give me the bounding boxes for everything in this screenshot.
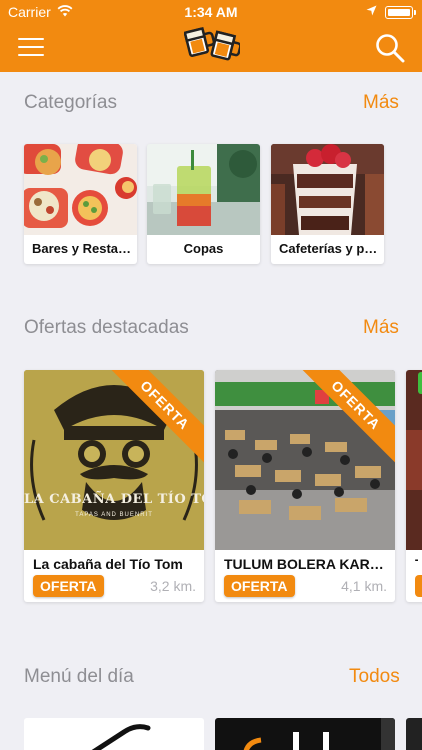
offer-image-partial	[406, 370, 422, 550]
offers-title: Ofertas destacadas	[24, 317, 189, 338]
offer-image-cabana: LA CABAÑA DEL TÍO TOM TAPAS AND BUENRIT …	[24, 370, 204, 550]
category-card-bares[interactable]: Bares y Restaurantes	[24, 144, 137, 264]
status-bar: Carrier 1:34 AM	[0, 0, 422, 24]
category-image-dessert	[271, 144, 384, 235]
category-label: Cafeterías y postres	[279, 241, 378, 256]
menu-title: Menú del día	[24, 666, 134, 687]
offer-badge-partial	[415, 575, 422, 597]
offer-distance: 3,2 km.	[150, 578, 196, 594]
category-image-drink	[147, 144, 260, 235]
search-icon[interactable]	[375, 33, 405, 63]
beer-mugs-logo	[184, 26, 240, 61]
offer-name: T	[415, 556, 418, 572]
offer-image-tulum: OFERTA	[215, 370, 395, 550]
offer-card-tulum[interactable]: OFERTA TULUM BOLERA KARAOKE OFERTA 4,1 k…	[215, 370, 395, 602]
offer-card-partial[interactable]: T	[406, 370, 422, 602]
offer-badge: OFERTA	[224, 575, 295, 597]
offer-image-title: LA CABAÑA DEL TÍO TOM	[24, 492, 204, 507]
top-bar: Carrier 1:34 AM	[0, 0, 422, 72]
battery-icon	[385, 6, 416, 19]
offer-distance: 4,1 km.	[341, 578, 387, 594]
category-image-food	[24, 144, 137, 235]
menu-card-1[interactable]	[24, 718, 204, 750]
menu-card-2[interactable]	[215, 718, 395, 750]
categories-more-link[interactable]: Más	[363, 92, 399, 114]
category-label: Bares y Restaurantes	[32, 241, 131, 256]
offer-card-cabana[interactable]: LA CABAÑA DEL TÍO TOM TAPAS AND BUENRIT …	[24, 370, 204, 602]
hamburger-menu-icon[interactable]	[18, 38, 44, 56]
offer-badge: OFERTA	[33, 575, 104, 597]
offers-more-link[interactable]: Más	[363, 317, 399, 339]
offer-image-subtitle: TAPAS AND BUENRIT	[75, 512, 153, 518]
menu-all-link[interactable]: Todos	[349, 666, 400, 688]
status-time: 1:34 AM	[184, 4, 238, 20]
category-card-cafeterias[interactable]: Cafeterías y postres	[271, 144, 384, 264]
category-card-copas[interactable]: Copas	[147, 144, 260, 264]
categories-title: Categorías	[24, 92, 117, 113]
offer-name: TULUM BOLERA KARAOKE	[224, 556, 387, 572]
location-arrow-icon	[366, 5, 377, 16]
offer-name: La cabaña del Tío Tom	[33, 556, 183, 572]
category-label: Copas	[183, 241, 224, 256]
menu-card-partial[interactable]	[406, 718, 422, 750]
